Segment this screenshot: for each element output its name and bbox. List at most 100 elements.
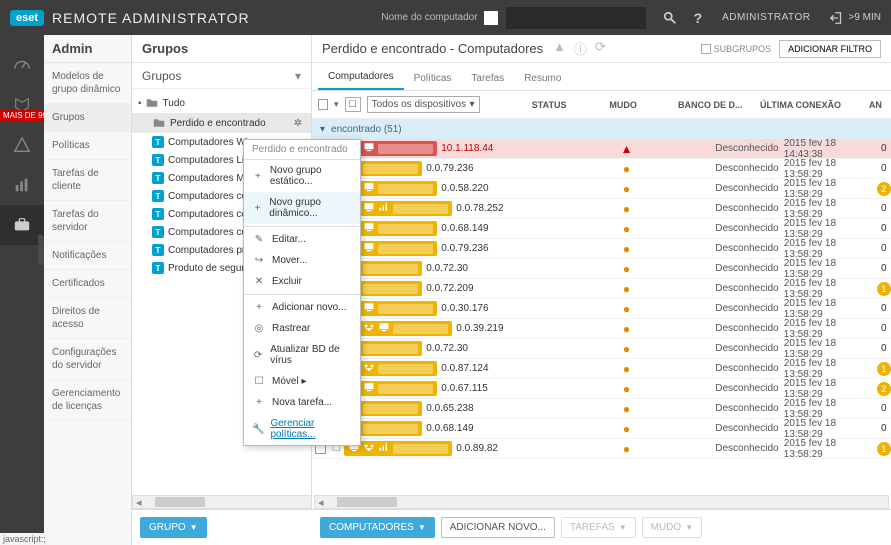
context-menu-item[interactable]: ✕Excluir [244, 271, 360, 292]
table-row[interactable]: ☐0.0.79.236●Desconhecido2015 fev 18 13:5… [312, 159, 891, 179]
col-status[interactable]: STATUS [532, 100, 604, 110]
refresh-icon[interactable]: ⟳ [595, 39, 606, 58]
table-row[interactable]: ☐0.0.79.236●Desconhecido2015 fev 18 13:5… [312, 239, 891, 259]
groups-subheading: Grupos ▾ [132, 63, 311, 89]
add-filter-button[interactable]: ADICIONAR FILTRO [779, 40, 881, 58]
admin-item[interactable]: Modelos de grupo dinâmico [44, 63, 131, 104]
table-row[interactable]: ☐0.0.68.149●Desconhecido2015 fev 18 13:5… [312, 419, 891, 439]
rail-threats-icon[interactable] [0, 125, 44, 165]
computers-button[interactable]: COMPUTADORES▼ [320, 517, 435, 538]
collapse-icon[interactable]: ▾ [320, 124, 325, 135]
dynamic-group-icon: T [152, 262, 164, 274]
search-input[interactable] [506, 7, 646, 29]
tree-collapse-icon[interactable]: ▪ [138, 98, 142, 109]
checkbox-icon[interactable] [701, 44, 711, 54]
add-new-button[interactable]: ADICIONAR NOVO... [441, 517, 555, 538]
admin-item[interactable]: Tarefas do servidor [44, 201, 131, 242]
table-row[interactable]: ☐0.0.87.124●Desconhecido2015 fev 18 13:5… [312, 359, 891, 379]
device-filter-select[interactable]: Todos os dispositivos▾ [367, 96, 480, 113]
admin-item[interactable]: Tarefas de cliente [44, 160, 131, 201]
groups-hscroll[interactable]: ◂ [132, 495, 312, 509]
warning-icon: ● [623, 182, 630, 196]
table-row[interactable]: ☐0.0.67.115●Desconhecido2015 fev 18 13:5… [312, 379, 891, 399]
admin-item[interactable]: Direitos de acesso [44, 298, 131, 339]
table-row[interactable]: ☐0.0.72.209●Desconhecido2015 fev 18 13:5… [312, 279, 891, 299]
table-row[interactable]: ☐0.0.72.30●Desconhecido2015 fev 18 13:58… [312, 339, 891, 359]
help-icon[interactable]: ? [694, 10, 703, 26]
logout-button[interactable]: >9 MIN [830, 11, 881, 25]
current-user[interactable]: ADMINISTRATOR [722, 12, 810, 23]
group-band[interactable]: ▾encontrado (51) [312, 119, 891, 139]
tree-item-selected[interactable]: Perdido e encontrado ✲ [132, 113, 311, 133]
table-row[interactable]: ☐0.0.78.252●Desconhecido2015 fev 18 13:5… [312, 199, 891, 219]
wrench-icon: 🔧 [252, 424, 264, 435]
tab[interactable]: Computadores [318, 65, 404, 90]
tasks-button[interactable]: TAREFAS▼ [561, 517, 636, 538]
scrollbar-thumb[interactable] [337, 497, 397, 507]
context-menu-item[interactable]: ◎Rastrear [244, 318, 360, 339]
col-ultima[interactable]: ÚLTIMA CONEXÃO [760, 100, 863, 110]
scrollbar-thumb[interactable] [155, 497, 205, 507]
context-menu-item[interactable]: ✎Editar... [244, 229, 360, 250]
button-label: MUDO [651, 522, 682, 533]
tree-root[interactable]: ▪ Tudo [132, 93, 311, 113]
admin-item[interactable]: Certificados [44, 270, 131, 298]
col-an[interactable]: AN [869, 100, 885, 110]
main-hscroll[interactable]: ◂ [314, 495, 889, 509]
ip-address: 0.0.87.124 [441, 363, 488, 374]
groups-heading: Grupos [132, 35, 311, 63]
mute-button[interactable]: MUDO▼ [642, 517, 702, 538]
display-mode-icon[interactable]: ☐ [345, 97, 361, 112]
context-menu-item[interactable]: ☐Móvel ▸ [244, 371, 360, 392]
table-row[interactable]: ☐0.0.68.149●Desconhecido2015 fev 18 13:5… [312, 219, 891, 239]
rail-dashboard-icon[interactable] [0, 45, 44, 85]
menu-item-label: Excluir [272, 276, 302, 287]
refresh-icon: ⟳ [252, 350, 264, 361]
subgroups-toggle[interactable]: SUBGRUPOS [701, 44, 772, 54]
table-row[interactable]: ☐10.1.118.44▲Desconhecido2015 fev 18 14:… [312, 139, 891, 159]
context-menu-item[interactable]: +Novo grupo dinâmico... [244, 192, 360, 224]
group-button[interactable]: GRUPO▼ [140, 517, 207, 538]
warning-icon: ● [623, 282, 630, 296]
context-menu-item[interactable]: ⟳Atualizar BD de vírus [244, 339, 360, 371]
context-menu-item[interactable]: +Adicionar novo... [244, 297, 360, 318]
table-row[interactable]: ☐0.0.39.219●Desconhecido2015 fev 18 13:5… [312, 319, 891, 339]
table-row[interactable]: ☐0.0.89.82●Desconhecido2015 fev 18 13:58… [312, 439, 891, 459]
rail-reports-icon[interactable] [0, 165, 44, 205]
table-row[interactable]: ☐0.0.65.238●Desconhecido2015 fev 18 13:5… [312, 399, 891, 419]
search-icon[interactable] [656, 7, 684, 29]
db-cell: Desconhecido [715, 303, 784, 314]
ip-address: 0.0.68.149 [426, 423, 473, 434]
status-cell: ● [594, 222, 659, 236]
folder-icon [145, 96, 159, 110]
admin-item[interactable]: Gerenciamento de licenças [44, 380, 131, 421]
select-dropdown-icon[interactable]: ▾ [334, 99, 339, 110]
context-menu-item[interactable]: ↪Mover... [244, 250, 360, 271]
search-type-dropdown[interactable] [484, 11, 498, 25]
gear-icon[interactable]: ✲ [291, 118, 305, 129]
tab[interactable]: Tarefas [461, 67, 514, 90]
admin-item[interactable]: Grupos [44, 104, 131, 132]
pc-icon [363, 241, 375, 256]
col-banco[interactable]: BANCO DE D... [678, 100, 754, 110]
table-row[interactable]: ☐0.0.72.30●Desconhecido2015 fev 18 13:58… [312, 259, 891, 279]
select-all-checkbox[interactable] [318, 99, 328, 110]
context-menu-item[interactable]: 🔧Gerenciar políticas... [244, 413, 360, 445]
admin-item[interactable]: Configurações do servidor [44, 339, 131, 380]
col-mudo[interactable]: MUDO [609, 100, 672, 110]
context-menu-item[interactable]: +Nova tarefa... [244, 392, 360, 413]
chevron-down-icon[interactable]: ▾ [295, 69, 301, 83]
table-row[interactable]: ☐0.0.58.220●Desconhecido2015 fev 18 13:5… [312, 179, 891, 199]
context-menu-item[interactable]: +Novo grupo estático... [244, 160, 360, 192]
ip-address: 0.0.39.219 [456, 323, 503, 334]
dynamic-group-icon: T [152, 190, 164, 202]
menu-item-label: Rastrear [272, 323, 310, 334]
admin-item[interactable]: Notificações [44, 242, 131, 270]
admin-item[interactable]: Políticas [44, 132, 131, 160]
tab[interactable]: Políticas [404, 67, 462, 90]
tab[interactable]: Resumo [514, 67, 571, 90]
pencil-icon: ✎ [252, 234, 266, 245]
warning-icon: ● [623, 362, 630, 376]
table-row[interactable]: ☐0.0.30.176●Desconhecido2015 fev 18 13:5… [312, 299, 891, 319]
ip-address: 0.0.68.149 [441, 223, 488, 234]
